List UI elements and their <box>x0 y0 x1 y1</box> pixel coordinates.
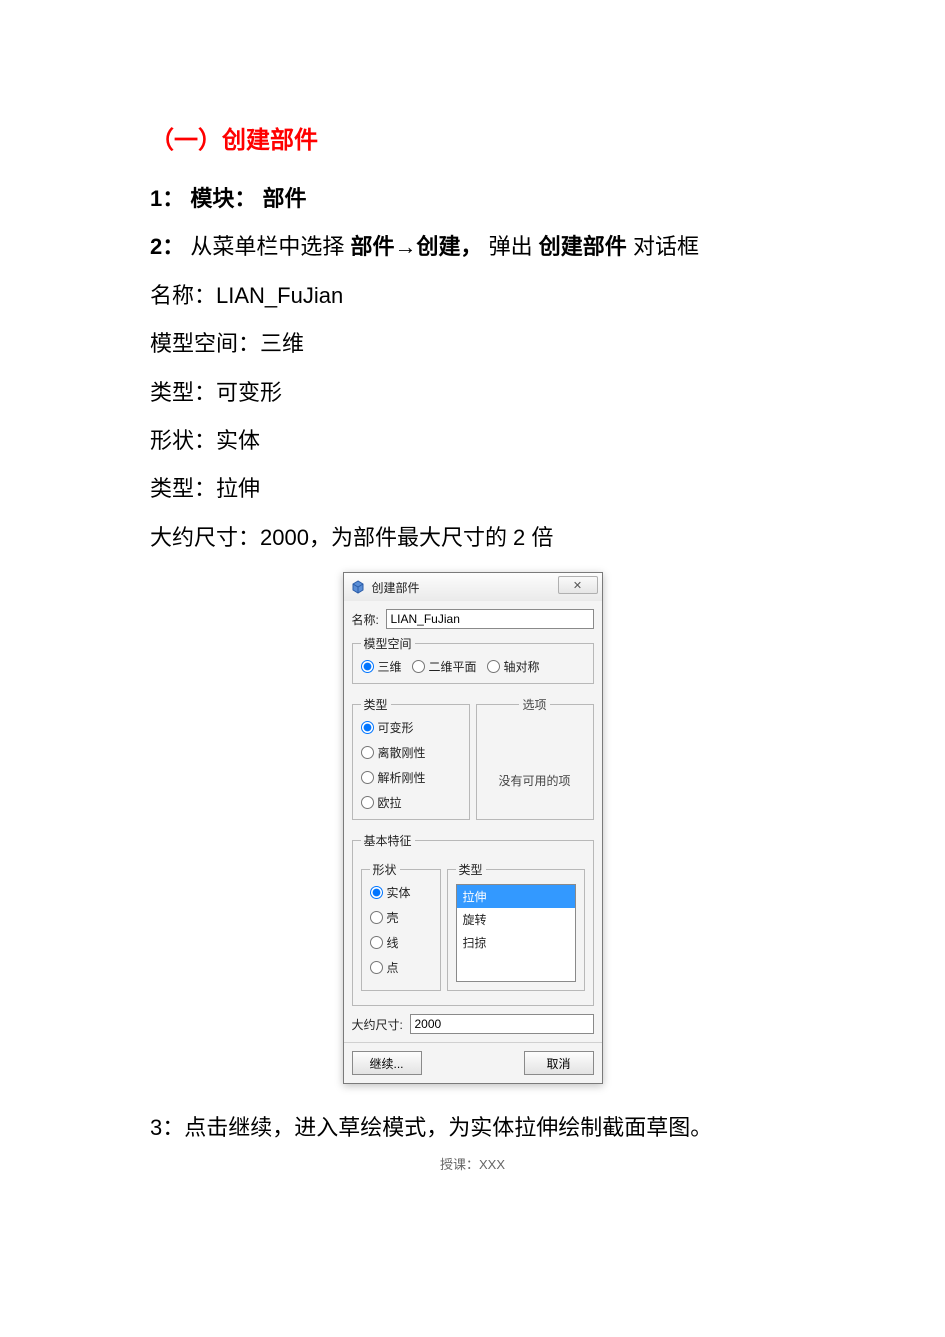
type-legend: 类型 <box>361 696 391 713</box>
options-legend: 选项 <box>519 696 549 713</box>
options-fieldset: 选项 没有可用的项 <box>476 696 594 820</box>
size-label: 大约尺寸: <box>352 1016 410 1033</box>
radio-2d[interactable]: 二维平面 <box>412 658 477 675</box>
dialog-title: 创建部件 <box>372 579 420 596</box>
create-part-dialog: 创建部件 ✕ 名称: 模型空间 三维 <box>343 572 603 1084</box>
dialog-wrap: 创建部件 ✕ 名称: 模型空间 三维 <box>150 572 795 1084</box>
name-row: 名称: <box>352 609 594 629</box>
radio-label: 轴对称 <box>504 658 540 675</box>
cancel-button[interactable]: 取消 <box>524 1051 594 1075</box>
size-input[interactable] <box>410 1014 594 1034</box>
step-2: 2： 从菜单栏中选择 部件→创建， 弹出 创建部件 对话框 <box>150 223 795 271</box>
radio-label: 解析刚性 <box>378 769 426 786</box>
text: 从菜单栏中选择 <box>190 234 344 259</box>
radio-shell-input[interactable] <box>370 911 383 924</box>
basefeature-fieldset: 基本特征 形状 实体 壳 <box>352 832 594 1006</box>
dialog-icon <box>350 579 366 595</box>
no-options-text: 没有可用的项 <box>498 742 570 789</box>
option-extrude[interactable]: 拉伸 <box>457 885 575 908</box>
radio-2d-input[interactable] <box>412 660 425 673</box>
radio-analytic-input[interactable] <box>361 771 374 784</box>
type-options-row: 类型 可变形 离散刚性 解 <box>352 690 594 826</box>
titlebar: 创建部件 ✕ <box>344 573 602 601</box>
shape-legend: 形状 <box>370 861 400 878</box>
footer-note: 授课：XXX <box>0 1154 945 1173</box>
step-1: 1： 模块： 部件 <box>150 175 795 223</box>
radio-solid-input[interactable] <box>370 886 383 899</box>
name-label: 名称: <box>352 611 386 628</box>
param-size: 大约尺寸：2000，为部件最大尺寸的 2 倍 <box>150 514 795 562</box>
text: 弹出 <box>489 234 533 259</box>
param-type2: 类型：拉伸 <box>150 465 795 513</box>
radio-deformable-input[interactable] <box>361 721 374 734</box>
radio-label: 欧拉 <box>378 794 402 811</box>
radio-wire[interactable]: 线 <box>370 934 432 951</box>
step-3: 3：点击继续，进入草绘模式，为实体拉伸绘制截面草图。 <box>150 1104 795 1152</box>
radio-wire-input[interactable] <box>370 936 383 949</box>
radio-axi[interactable]: 轴对称 <box>487 658 540 675</box>
feature-type-listbox[interactable]: 拉伸 旋转 扫掠 <box>456 884 576 982</box>
radio-label: 可变形 <box>378 719 414 736</box>
radio-3d[interactable]: 三维 <box>361 658 402 675</box>
radio-deformable[interactable]: 可变形 <box>361 719 461 736</box>
radio-label: 线 <box>387 934 399 951</box>
feature-type-legend: 类型 <box>456 861 486 878</box>
modelspace-legend: 模型空间 <box>361 635 415 652</box>
text-bold: 创建部件 <box>539 234 627 259</box>
feature-type-fieldset: 类型 拉伸 旋转 扫掠 <box>447 861 585 991</box>
basefeature-legend: 基本特征 <box>361 832 415 849</box>
continue-button[interactable]: 继续... <box>352 1051 422 1075</box>
radio-shell[interactable]: 壳 <box>370 909 432 926</box>
shape-fieldset: 形状 实体 壳 <box>361 861 441 991</box>
step-number: 2： <box>150 234 184 259</box>
radio-label: 二维平面 <box>429 658 477 675</box>
section-title: （一）创建部件 <box>150 120 795 155</box>
option-rotate[interactable]: 旋转 <box>457 908 575 931</box>
modelspace-fieldset: 模型空间 三维 二维平面 轴对称 <box>352 635 594 684</box>
param-name: 名称：LIAN_FuJian <box>150 272 795 320</box>
radio-label: 实体 <box>387 884 411 901</box>
radio-euler[interactable]: 欧拉 <box>361 794 461 811</box>
document-page: （一）创建部件 1： 模块： 部件 2： 从菜单栏中选择 部件→创建， 弹出 创… <box>0 0 945 1193</box>
radio-label: 点 <box>387 959 399 976</box>
dialog-body: 名称: 模型空间 三维 二维平面 <box>344 601 602 1042</box>
param-type1: 类型：可变形 <box>150 369 795 417</box>
close-button[interactable]: ✕ <box>558 576 598 594</box>
text-bold: 部件→创建， <box>351 234 483 259</box>
size-row: 大约尺寸: <box>352 1014 594 1034</box>
radio-discrete[interactable]: 离散刚性 <box>361 744 461 761</box>
step-number: 1： <box>150 186 184 211</box>
radio-3d-input[interactable] <box>361 660 374 673</box>
text: 对话框 <box>633 234 699 259</box>
radio-discrete-input[interactable] <box>361 746 374 759</box>
option-sweep[interactable]: 扫掠 <box>457 931 575 954</box>
radio-euler-input[interactable] <box>361 796 374 809</box>
name-input[interactable] <box>386 609 594 629</box>
step-value: 部件 <box>263 186 307 211</box>
param-shape: 形状：实体 <box>150 417 795 465</box>
radio-point-input[interactable] <box>370 961 383 974</box>
type-fieldset: 类型 可变形 离散刚性 解 <box>352 696 470 820</box>
param-modelspace: 模型空间：三维 <box>150 320 795 368</box>
radio-label: 三维 <box>378 658 402 675</box>
radio-axi-input[interactable] <box>487 660 500 673</box>
button-row: 继续... 取消 <box>344 1042 602 1083</box>
step-label: 模块： <box>190 186 256 211</box>
radio-solid[interactable]: 实体 <box>370 884 432 901</box>
radio-label: 壳 <box>387 909 399 926</box>
radio-analytic[interactable]: 解析刚性 <box>361 769 461 786</box>
radio-label: 离散刚性 <box>378 744 426 761</box>
radio-point[interactable]: 点 <box>370 959 432 976</box>
